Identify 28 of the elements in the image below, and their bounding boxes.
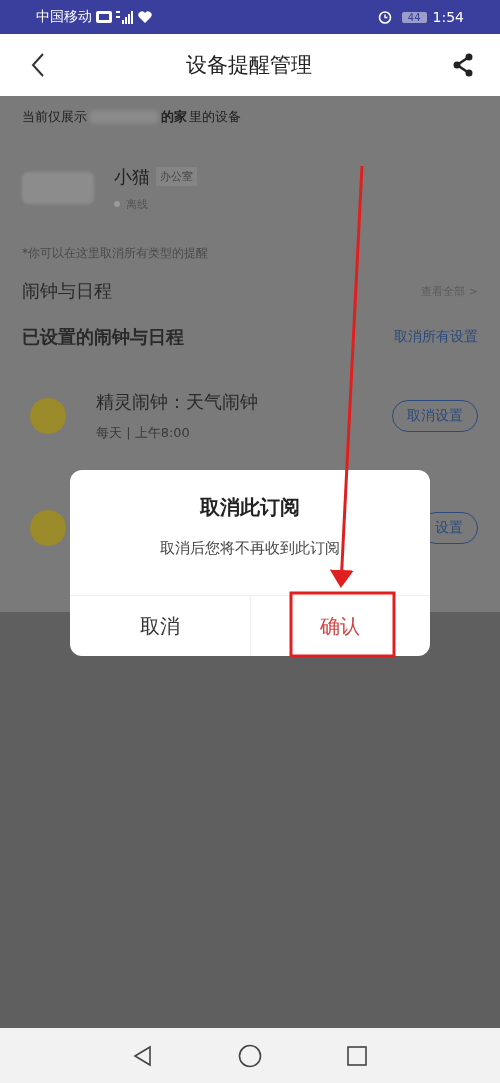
heart-icon [138,11,152,23]
home-name: 的家 [161,108,187,126]
dialog-message: 取消后您将不再收到此订阅 [160,539,340,558]
signal-icon [116,10,134,24]
page-title: 设备提醒管理 [186,52,312,79]
dialog-title: 取消此订阅 [200,494,300,521]
home-nav-icon[interactable] [238,1043,262,1068]
room-tag: 办公室 [156,167,197,186]
alarm-icon [377,10,392,24]
scope-label: 当前仅展示 [22,108,87,126]
alarm-title: 精灵闹钟：天气闹钟 [96,390,259,414]
scope-suffix: 里的设备 [189,108,241,126]
cancel-all-link[interactable]: 取消所有设置 [394,328,478,346]
section-title: 闹钟与日程 [22,279,112,303]
recents-nav-icon[interactable] [346,1044,368,1067]
carrier-name: 中国移动 [36,8,92,26]
alarm-item-icon [30,398,66,434]
alarm-schedule: 每天 | 上午8:00 [96,424,191,442]
share-icon[interactable] [452,53,474,77]
device-name: 小猫 [114,164,150,189]
back-icon[interactable] [30,52,46,78]
alarm-item-icon [30,510,66,546]
back-nav-icon[interactable] [132,1044,154,1067]
battery-level: 44 [401,11,427,23]
clock-time: 1:54 [432,9,464,25]
section-title: 已设置的闹钟与日程 [22,325,184,349]
status-dot [114,201,120,207]
confirm-button[interactable]: 确认 [250,596,430,656]
